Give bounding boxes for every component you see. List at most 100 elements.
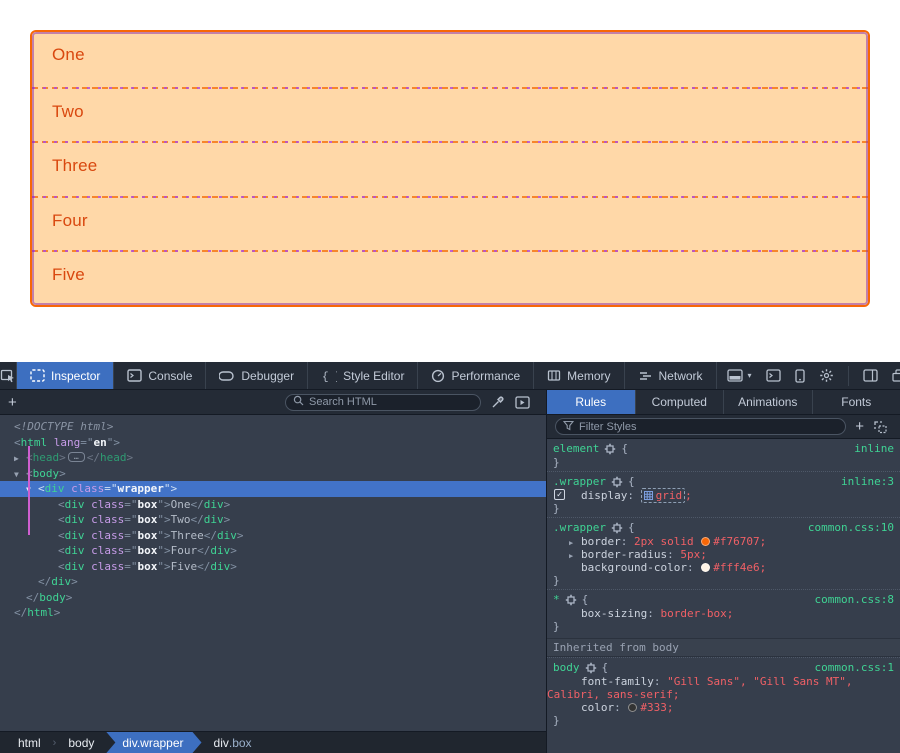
color-swatch[interactable] (701, 537, 710, 546)
css-declaration[interactable]: ▶border: 2px solid #f76707; (547, 535, 900, 548)
twisty-right-icon[interactable]: ▶ (14, 451, 19, 467)
code-token: class (71, 482, 104, 495)
filter-styles-input[interactable] (579, 421, 838, 433)
tab-inspector[interactable]: Inspector (17, 362, 114, 389)
code-token: Four (171, 544, 198, 557)
breadcrumb-item[interactable]: div.box (202, 732, 264, 753)
rule-selector[interactable]: * (553, 593, 560, 606)
debugger-icon (219, 370, 235, 382)
code-token: =" (80, 436, 93, 449)
code-token: body (39, 591, 66, 604)
markup-row[interactable]: <div class="box">Two</div> (0, 512, 546, 528)
tab-rules[interactable]: Rules (547, 390, 636, 414)
css-rule: element{inline} (547, 439, 900, 471)
search-input[interactable] (309, 396, 473, 408)
semicolon: ; (760, 561, 767, 574)
rule-gear-icon[interactable] (565, 594, 577, 606)
css-declaration[interactable]: ▶border-radius: 5px; (547, 548, 900, 561)
code-token: </ (38, 575, 51, 588)
rule-gear-icon[interactable] (585, 662, 597, 674)
code-token: wrapper (118, 482, 164, 495)
tab-fonts[interactable]: Fonts (813, 390, 900, 414)
svg-text:{ }: { } (322, 372, 337, 383)
add-rule-icon[interactable]: + (855, 418, 864, 435)
markup-row[interactable]: <div class="box">Four</div> (0, 543, 546, 559)
close-brace: } (547, 620, 900, 633)
markup-row[interactable]: <!DOCTYPE html> (0, 419, 546, 435)
rule-selector[interactable]: .wrapper (553, 475, 606, 488)
filter-styles-box[interactable] (555, 418, 846, 435)
breadcrumb-item[interactable]: div.wrapper (106, 732, 201, 753)
markup-row[interactable]: <div class="box">One</div> (0, 497, 546, 513)
dock-caret-icon[interactable]: ▾ (748, 371, 752, 380)
ellipsis-icon[interactable]: … (68, 452, 85, 462)
rules-view: element{inline}.wrapper{inline:3✓display… (547, 439, 900, 753)
css-declaration[interactable]: background-color: #fff4e6; (547, 561, 900, 574)
code-token: "> (157, 513, 170, 526)
markup-row[interactable]: ▼<div class="wrapper"> (0, 481, 546, 497)
tab-memory[interactable]: Memory (534, 362, 624, 389)
markup-row[interactable]: ▶<head>…</head> (0, 450, 546, 466)
sidebar-toggle-icon[interactable] (863, 369, 878, 382)
split-console-icon[interactable] (766, 369, 781, 382)
property-value: #f76707 (713, 535, 759, 548)
pick-element-icon[interactable] (0, 362, 17, 389)
tab-style-editor[interactable]: { }Style Editor (308, 362, 418, 389)
breadcrumb-item[interactable]: body (56, 732, 106, 753)
separate-window-icon[interactable] (892, 369, 900, 382)
tab-debugger[interactable]: Debugger (206, 362, 308, 389)
declaration-checkbox[interactable]: ✓ (554, 489, 565, 500)
css-declaration[interactable]: ✓display: grid; (547, 489, 900, 502)
code-token: < (58, 513, 65, 526)
rule-location-link[interactable]: inline:3 (841, 475, 894, 488)
css-declaration[interactable]: font-family: "Gill Sans", "Gill Sans MT"… (547, 675, 900, 701)
pseudo-class-panel-icon[interactable] (873, 420, 888, 434)
rule-gear-icon[interactable] (611, 476, 623, 488)
tab-console[interactable]: Console (114, 362, 206, 389)
markup-row[interactable]: <div class="box">Three</div> (0, 528, 546, 544)
settings-icon[interactable] (819, 368, 834, 383)
markup-row[interactable]: <div class="box">Five</div> (0, 559, 546, 575)
semicolon: ; (667, 701, 674, 714)
tab-computed[interactable]: Computed (636, 390, 725, 414)
memory-icon (547, 369, 561, 382)
markup-row[interactable]: </html> (0, 605, 546, 621)
color-swatch[interactable] (628, 703, 637, 712)
search-box[interactable] (285, 394, 481, 411)
grid-highlight-toggle[interactable]: grid (641, 488, 686, 503)
css-declaration[interactable]: color: #333; (547, 701, 900, 714)
breadcrumb-item[interactable]: html (6, 732, 53, 753)
rule-location-link[interactable]: common.css:10 (808, 521, 894, 534)
breadcrumb: html›bodydiv.wrapperdiv.box (0, 731, 546, 753)
markup-row[interactable]: ▼<body> (0, 466, 546, 482)
rule-location-link[interactable]: common.css:1 (815, 661, 894, 674)
rule-selector[interactable]: .wrapper (553, 521, 606, 534)
eyedropper-icon[interactable] (491, 395, 505, 409)
dock-bottom-icon[interactable] (727, 369, 743, 382)
open-brace: { (628, 521, 635, 534)
rule-location-link[interactable]: inline (854, 442, 894, 455)
rule-selector[interactable]: element (553, 442, 599, 455)
tab-network[interactable]: Network (625, 362, 717, 389)
markup-row[interactable]: </body> (0, 590, 546, 606)
code-token: </ (14, 606, 27, 619)
grid-box-label: Four (52, 211, 88, 230)
rule-gear-icon[interactable] (604, 443, 616, 455)
open-brace: { (582, 593, 589, 606)
tab-animations[interactable]: Animations (724, 390, 813, 414)
responsive-mode-icon[interactable] (795, 369, 805, 383)
code-token: </ (204, 529, 217, 542)
rule-gear-icon[interactable] (611, 522, 623, 534)
markup-row[interactable]: <html lang="en"> (0, 435, 546, 451)
color-swatch[interactable] (701, 563, 710, 572)
rule-selector[interactable]: body (553, 661, 580, 674)
add-node-icon[interactable]: + (8, 394, 17, 411)
code-token: lang (54, 436, 81, 449)
rule-location-link[interactable]: common.css:8 (815, 593, 894, 606)
css-declaration[interactable]: box-sizing: border-box; (547, 607, 900, 620)
twisty-down-icon[interactable]: ▼ (14, 467, 19, 483)
tab-performance[interactable]: Performance (418, 362, 534, 389)
iframe-picker-icon[interactable] (515, 396, 530, 409)
close-brace: } (547, 502, 900, 515)
markup-row[interactable]: </div> (0, 574, 546, 590)
